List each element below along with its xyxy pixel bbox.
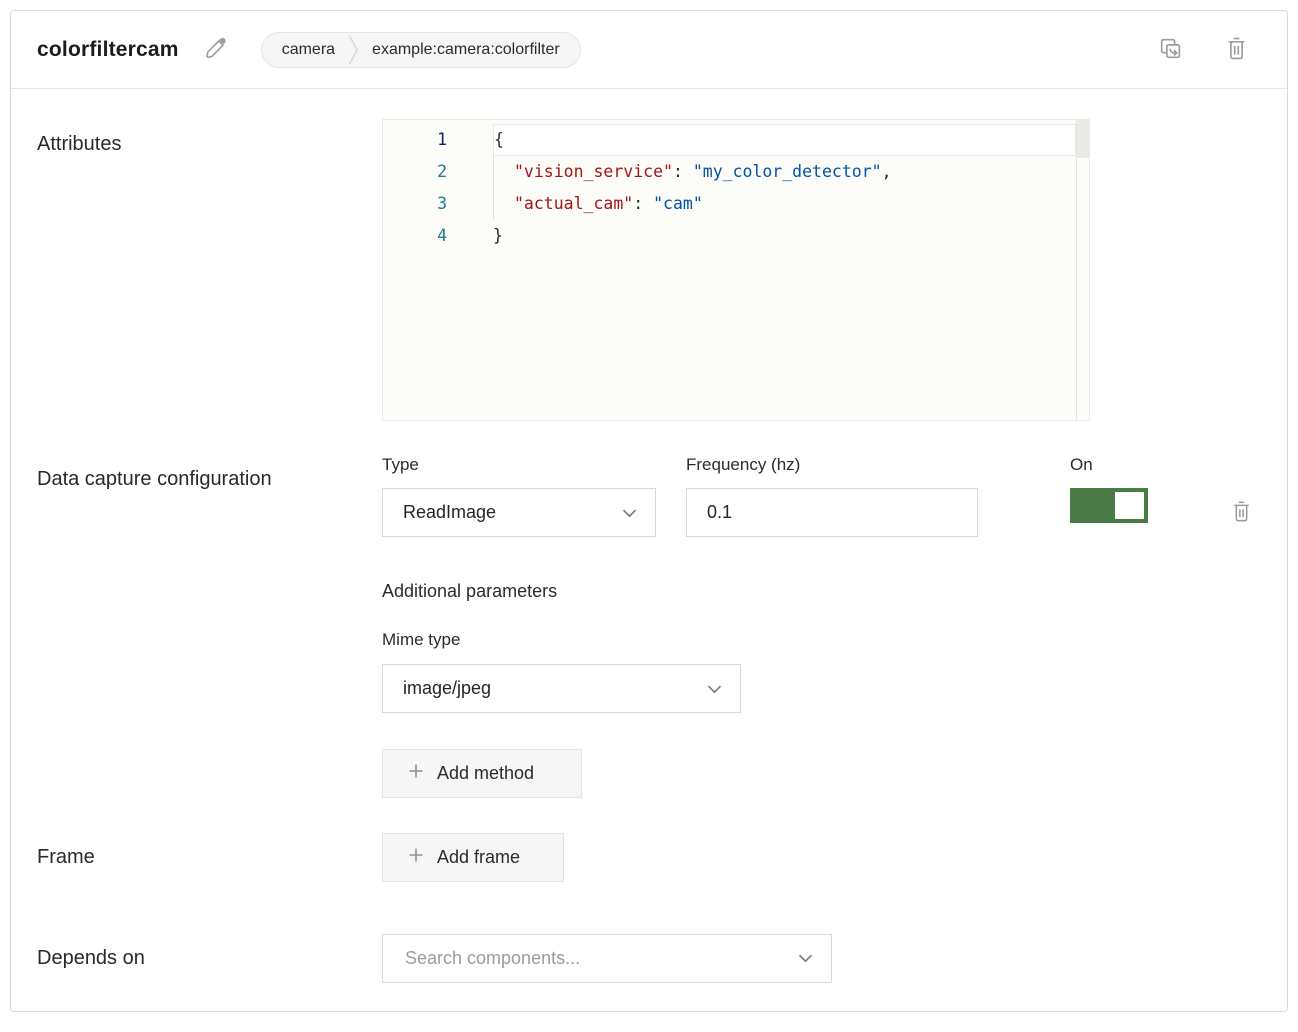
editor-code: {"vision_service": "my_color_detector","… bbox=[493, 120, 1076, 420]
data-capture-method-row: Type ReadImage Frequency (hz) bbox=[382, 455, 1263, 537]
mime-type-select[interactable]: image/jpeg bbox=[382, 664, 741, 713]
trash-icon bbox=[1224, 35, 1249, 65]
editor-scrollbar-thumb bbox=[1077, 120, 1089, 158]
attributes-section: Attributes 1234 {"vision_service": "my_c… bbox=[37, 119, 1263, 421]
component-type: camera bbox=[282, 41, 335, 59]
header-actions bbox=[1157, 35, 1263, 65]
card-header: colorfiltercam camera example:camera:col… bbox=[11, 11, 1287, 89]
add-method-button[interactable]: Add method bbox=[382, 749, 582, 798]
trash-icon bbox=[1230, 499, 1253, 527]
component-config-card: colorfiltercam camera example:camera:col… bbox=[10, 10, 1288, 1012]
add-frame-button[interactable]: Add frame bbox=[382, 833, 564, 882]
component-type-model-chip: camera example:camera:colorfilter bbox=[261, 32, 581, 68]
data-capture-section: Data capture configuration Type ReadImag… bbox=[37, 455, 1263, 798]
chevron-down-icon bbox=[707, 678, 722, 699]
component-name: colorfiltercam bbox=[37, 38, 179, 62]
chevron-right-icon bbox=[348, 34, 359, 66]
capture-frequency-input[interactable] bbox=[686, 488, 978, 537]
chevron-down-icon bbox=[798, 950, 813, 968]
pencil-icon bbox=[203, 35, 229, 64]
additional-parameters-label: Additional parameters bbox=[382, 581, 1263, 602]
frame-section: Frame Add frame bbox=[37, 833, 1263, 882]
delete-component-button[interactable] bbox=[1224, 35, 1249, 65]
capture-type-value: ReadImage bbox=[403, 502, 496, 523]
plus-icon bbox=[408, 763, 424, 784]
line-number: 2 bbox=[383, 156, 447, 188]
depends-on-select[interactable] bbox=[382, 934, 832, 983]
add-frame-label: Add frame bbox=[437, 847, 520, 868]
capture-type-field: Type ReadImage bbox=[382, 455, 656, 537]
capture-type-select[interactable]: ReadImage bbox=[382, 488, 656, 537]
line-number: 3 bbox=[383, 188, 447, 220]
card-body: Attributes 1234 {"vision_service": "my_c… bbox=[11, 89, 1287, 983]
code-line: "actual_cam": "cam" bbox=[493, 188, 1076, 220]
data-capture-section-label: Data capture configuration bbox=[37, 455, 382, 798]
depends-on-search-input[interactable] bbox=[403, 947, 798, 970]
capture-on-field: On bbox=[1070, 455, 1148, 523]
toggle-knob bbox=[1115, 492, 1144, 519]
editor-gutter: 1234 bbox=[383, 120, 447, 420]
capture-frequency-field: Frequency (hz) bbox=[686, 455, 978, 537]
code-line: "vision_service": "my_color_detector", bbox=[493, 156, 1076, 188]
capture-frequency-label: Frequency (hz) bbox=[686, 455, 978, 475]
add-method-label: Add method bbox=[437, 763, 534, 784]
edit-name-button[interactable] bbox=[203, 35, 229, 64]
frame-section-label: Frame bbox=[37, 846, 382, 869]
mime-type-value: image/jpeg bbox=[403, 678, 491, 699]
code-line: } bbox=[493, 220, 1076, 252]
duplicate-component-button[interactable] bbox=[1157, 35, 1184, 65]
editor-scrollbar[interactable] bbox=[1076, 120, 1089, 420]
capture-type-label: Type bbox=[382, 455, 656, 475]
depends-on-section-label: Depends on bbox=[37, 947, 382, 970]
line-number: 1 bbox=[383, 124, 447, 156]
indent-guide bbox=[493, 156, 494, 220]
attributes-section-label: Attributes bbox=[37, 119, 382, 421]
duplicate-icon bbox=[1157, 35, 1184, 65]
line-number: 4 bbox=[383, 220, 447, 252]
plus-icon bbox=[408, 847, 424, 868]
component-model: example:camera:colorfilter bbox=[372, 41, 560, 59]
attributes-code-editor[interactable]: 1234 {"vision_service": "my_color_detect… bbox=[382, 119, 1090, 421]
chevron-down-icon bbox=[622, 502, 637, 523]
depends-on-section: Depends on bbox=[37, 934, 1263, 983]
data-capture-main: Type ReadImage Frequency (hz) bbox=[382, 455, 1263, 798]
capture-on-label: On bbox=[1070, 455, 1148, 475]
delete-capture-method-button[interactable] bbox=[1230, 499, 1253, 527]
code-line: { bbox=[493, 124, 1076, 156]
data-capture-toggle[interactable] bbox=[1070, 488, 1148, 523]
mime-type-label: Mime type bbox=[382, 630, 1263, 650]
